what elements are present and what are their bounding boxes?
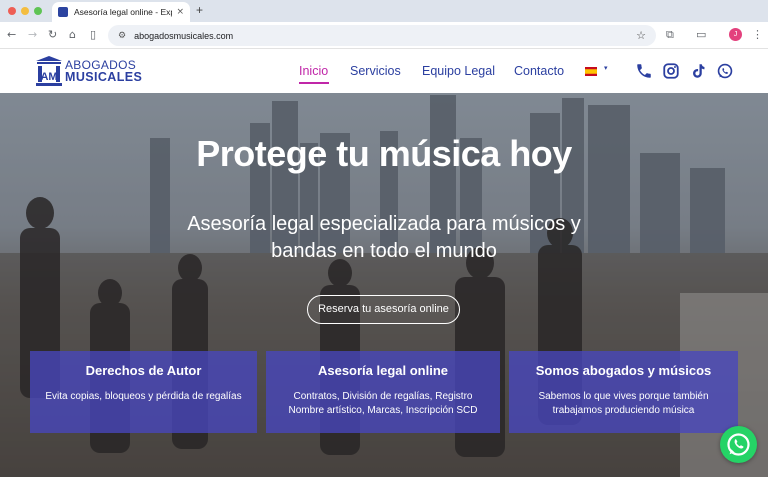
window-maximize-button[interactable]: [34, 7, 42, 15]
nav-link-contacto[interactable]: Contacto: [514, 64, 564, 78]
nav-link-equipo-legal[interactable]: Equipo Legal: [422, 64, 495, 78]
reading-list-icon[interactable]: ▭: [696, 28, 706, 41]
tab-title: Asesoría legal online - Expert: [74, 7, 172, 17]
window-close-button[interactable]: [8, 7, 16, 15]
card-text: Contratos, División de regalías, Registr…: [288, 391, 478, 416]
hero-subtitle: Asesoría legal especializada para músico…: [187, 213, 581, 262]
card-text: Sabemos lo que vives porque también trab…: [538, 391, 709, 416]
logo-monogram-icon[interactable]: AM: [36, 56, 62, 86]
reload-icon[interactable]: ↻: [48, 28, 57, 41]
browser-toolbar: ← → ↻ ⌂ ▯ ⚙ abogadosmusicales.com ☆ ⧉ ▭ …: [0, 22, 768, 49]
site-info-icon[interactable]: ⚙: [118, 31, 126, 41]
service-card-somos-abogados-y-musicos[interactable]: Somos abogados y músicos Sabemos lo que …: [509, 351, 738, 433]
site-favicon-icon: [58, 7, 68, 17]
card-text: Evita copias, bloqueos y pérdida de rega…: [45, 391, 242, 402]
whatsapp-icon[interactable]: [716, 62, 734, 80]
tab-close-icon[interactable]: ×: [176, 7, 184, 17]
window-minimize-button[interactable]: [21, 7, 29, 15]
logo-text[interactable]: ABOGADOS MUSICALES: [65, 59, 142, 83]
forward-arrow-icon[interactable]: →: [28, 28, 37, 41]
nav-link-servicios[interactable]: Servicios: [350, 64, 401, 78]
service-card-asesoria-legal-online[interactable]: Asesoría legal online Contratos, Divisió…: [266, 351, 500, 433]
nav-link-inicio[interactable]: Inicio: [299, 64, 328, 78]
floating-whatsapp-button[interactable]: [720, 426, 757, 463]
browser-menu-icon[interactable]: ⋮: [752, 28, 763, 41]
nav-active-underline: [299, 82, 329, 84]
svg-text:AM: AM: [40, 71, 57, 83]
site-header: AM ABOGADOS MUSICALES Inicio Servicios E…: [0, 50, 768, 93]
browser-tab[interactable]: Asesoría legal online - Expert ×: [52, 2, 190, 22]
address-bar[interactable]: ⚙ abogadosmusicales.com ☆: [108, 25, 656, 46]
language-dropdown-caret-icon[interactable]: ▾: [604, 64, 608, 72]
browser-tab-strip: Asesoría legal online - Expert × +: [0, 0, 768, 22]
back-arrow-icon[interactable]: ←: [7, 28, 16, 41]
extensions-icon[interactable]: ⧉: [666, 28, 674, 42]
book-consultation-button[interactable]: Reserva tu asesoría online: [307, 295, 460, 324]
url-text[interactable]: abogadosmusicales.com: [134, 31, 636, 41]
phone-icon[interactable]: [635, 62, 653, 80]
spain-flag-icon[interactable]: [585, 67, 597, 76]
tiktok-icon[interactable]: [689, 62, 707, 80]
bookmark-star-icon[interactable]: ☆: [636, 29, 646, 42]
hero-section: Protege tu música hoy Asesoría legal esp…: [0, 93, 768, 477]
card-title: Somos abogados y músicos: [535, 363, 712, 378]
card-title: Asesoría legal online: [317, 363, 449, 378]
new-tab-button[interactable]: +: [196, 3, 203, 17]
logo-line-2: MUSICALES: [65, 70, 143, 84]
hero-title: Protege tu música hoy: [196, 133, 572, 174]
service-card-derechos-de-autor[interactable]: Derechos de Autor Evita copias, bloqueos…: [30, 351, 257, 433]
instagram-icon[interactable]: [662, 62, 680, 80]
side-panel-icon[interactable]: ▯: [90, 28, 96, 41]
home-icon[interactable]: ⌂: [69, 28, 76, 41]
whatsapp-icon: [727, 433, 750, 456]
card-title: Derechos de Autor: [85, 363, 202, 378]
profile-avatar[interactable]: J: [729, 28, 742, 41]
